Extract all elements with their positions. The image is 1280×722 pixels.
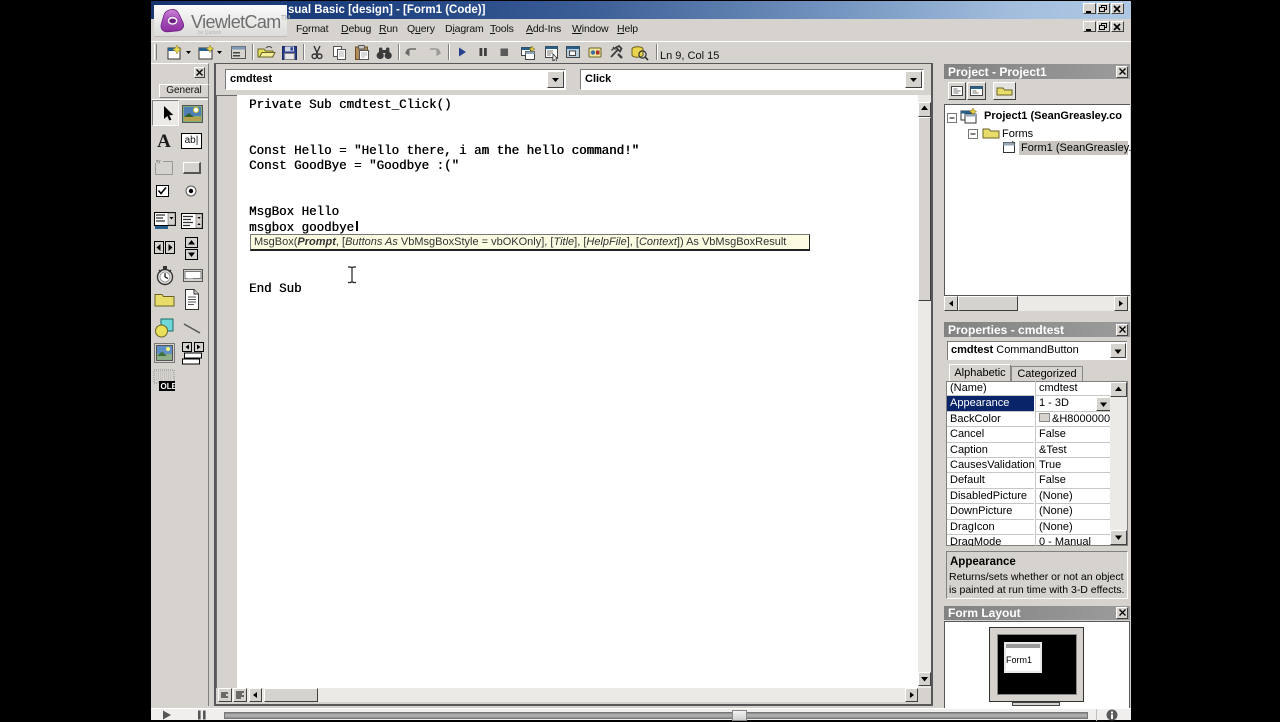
svg-text:OLE: OLE (161, 382, 176, 391)
svg-text:xy: xy (156, 159, 161, 164)
